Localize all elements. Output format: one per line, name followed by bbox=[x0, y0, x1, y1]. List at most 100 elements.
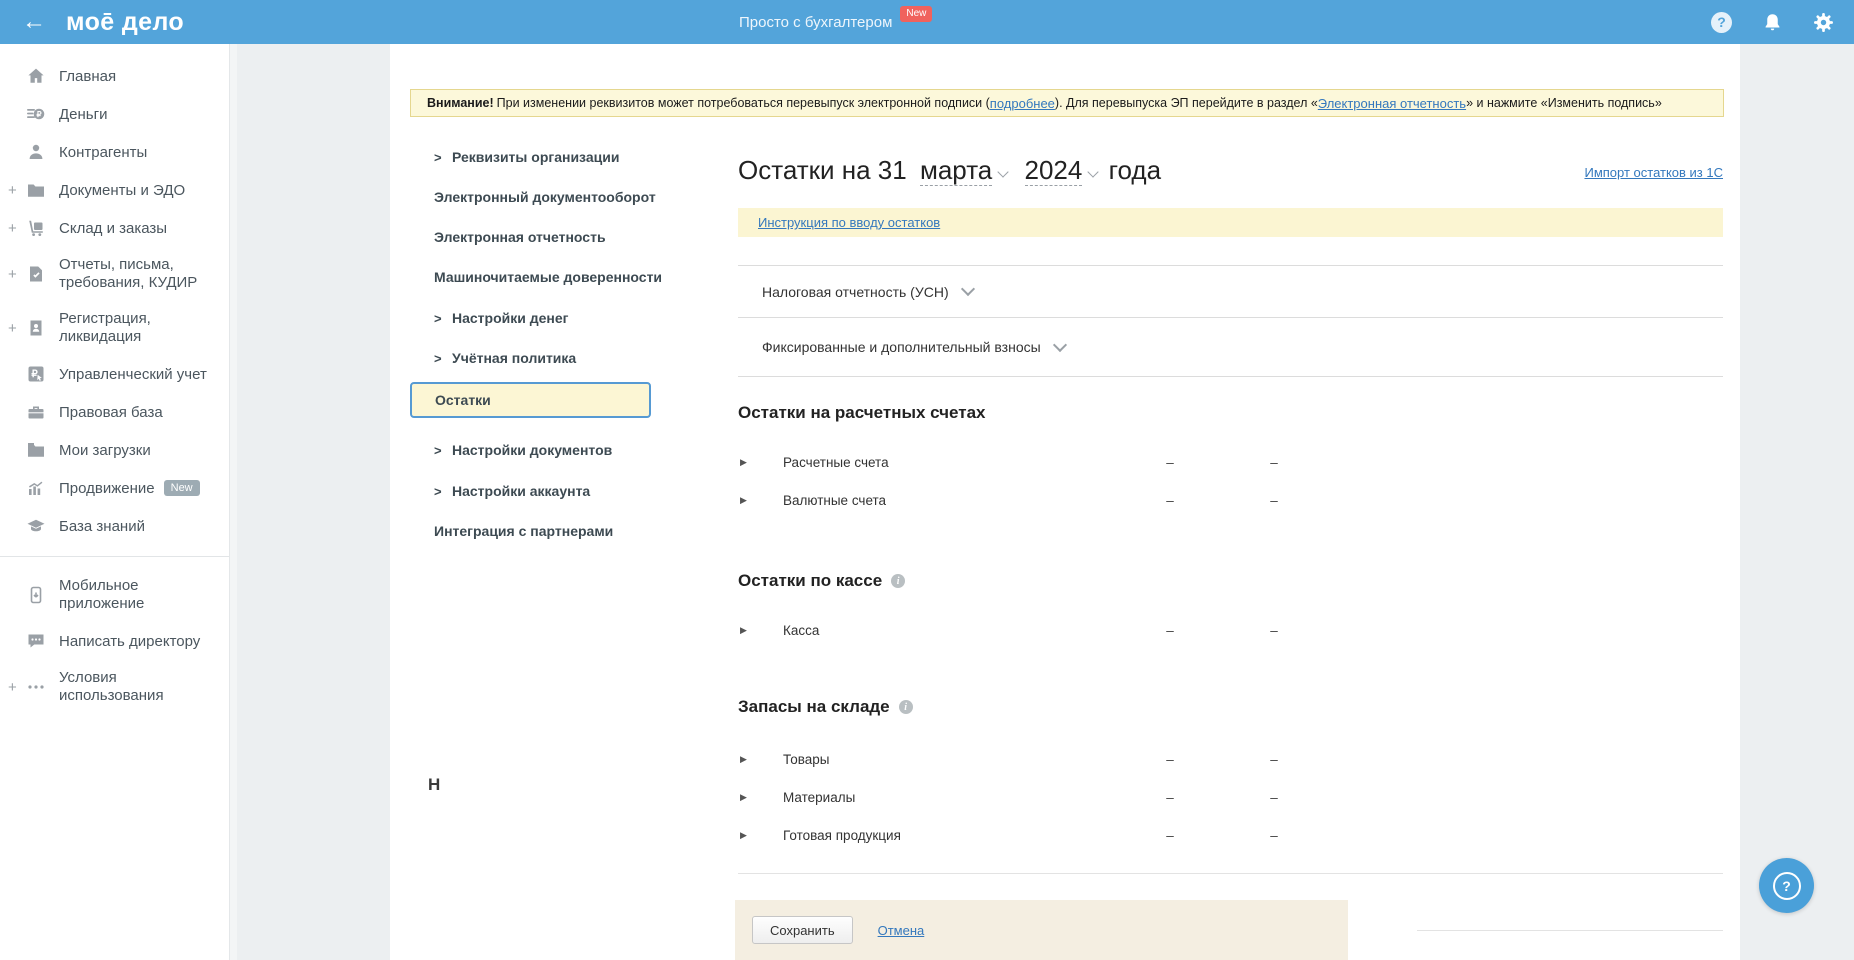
warning-bold: Внимание! bbox=[427, 96, 494, 110]
submenu-item-e-reporting[interactable]: Электронная отчетность bbox=[410, 227, 606, 247]
instruction-link[interactable]: Инструкция по вводу остатков bbox=[758, 215, 940, 230]
sidebar-item-knowledge-base[interactable]: База знаний bbox=[0, 507, 237, 545]
collapsible-contributions[interactable]: Фиксированные и дополнительный взносы bbox=[738, 317, 1723, 376]
new-badge: New bbox=[163, 480, 200, 496]
sidebar-item-terms-of-use[interactable]: + Условия использования bbox=[0, 660, 237, 714]
sidebar-item-write-director[interactable]: Написать директору bbox=[0, 622, 237, 660]
sidebar-item-label: требования, КУДИР bbox=[59, 274, 198, 291]
expand-plus-icon[interactable]: + bbox=[8, 220, 17, 237]
help-icon[interactable]: ? bbox=[1711, 11, 1732, 33]
sidebar-item-counterparties[interactable]: Контрагенты bbox=[0, 133, 237, 171]
sidebar-item-label: использования bbox=[59, 687, 164, 704]
expand-plus-icon[interactable]: + bbox=[8, 320, 17, 337]
collapsible-tax-reporting[interactable]: Налоговая отчетность (УСН) bbox=[738, 265, 1723, 317]
sidebar-item-my-uploads[interactable]: Мои загрузки bbox=[0, 431, 237, 469]
submenu-item-mchd[interactable]: Машиночитаемые доверенности bbox=[410, 267, 662, 287]
folder-icon bbox=[26, 180, 46, 200]
sidebar-item-documents-edo[interactable]: + Документы и ЭДО bbox=[0, 171, 237, 209]
import-1c-link[interactable]: Импорт остатков из 1С bbox=[1584, 165, 1723, 180]
submenu-item-rekvizity[interactable]: > Реквизиты организации bbox=[410, 147, 619, 167]
save-button[interactable]: Сохранить bbox=[752, 916, 853, 944]
chevron-down-icon[interactable] bbox=[997, 166, 1009, 178]
submenu-item-money-settings[interactable]: > Настройки денег bbox=[410, 308, 569, 328]
help-fab-button[interactable]: ? bbox=[1759, 858, 1814, 913]
row-value: – bbox=[1166, 789, 1174, 805]
gear-icon[interactable] bbox=[1813, 12, 1834, 33]
app-logo[interactable]: моē дело bbox=[66, 8, 184, 37]
chevron-right-icon: > bbox=[434, 310, 442, 326]
section-rows: ▶ Расчетные счета – – ▶ Валютные счета –… bbox=[738, 443, 1723, 519]
sidebar-item-home[interactable]: Главная bbox=[0, 57, 237, 95]
sidebar-item-label: Отчеты, письма, bbox=[59, 256, 174, 273]
sidebar-item-label: Мои загрузки bbox=[59, 441, 151, 459]
section-rows: ▶ Товары – – ▶ Материалы – – ▶ Готовая п… bbox=[738, 740, 1723, 854]
info-icon[interactable]: i bbox=[898, 700, 913, 714]
chat-icon bbox=[26, 631, 46, 651]
sidebar-item-reports[interactable]: + Отчеты, письма, требования, КУДИР bbox=[0, 247, 237, 301]
back-arrow-icon[interactable]: ← bbox=[22, 10, 46, 34]
expand-triangle-icon[interactable]: ▶ bbox=[740, 495, 747, 506]
sidebar-item-label: Управленческий учет bbox=[59, 365, 207, 383]
expand-triangle-icon[interactable]: ▶ bbox=[740, 457, 747, 468]
submenu-item-partners[interactable]: Интеграция с партнерами bbox=[410, 521, 613, 541]
expand-triangle-icon[interactable]: ▶ bbox=[740, 754, 747, 765]
section-heading-label: Остатки по кассе bbox=[738, 571, 883, 590]
sidebar-item-money[interactable]: ₽ Деньги bbox=[0, 95, 237, 133]
submenu-item-label: Учётная политика bbox=[452, 350, 577, 366]
submenu-item-edo[interactable]: Электронный документооборот bbox=[410, 187, 656, 207]
row-label: Касса bbox=[783, 622, 820, 638]
mobile-app-icon bbox=[26, 585, 46, 605]
svg-text:₽: ₽ bbox=[31, 369, 38, 380]
expand-triangle-icon[interactable]: ▶ bbox=[740, 625, 747, 636]
sidebar-item-label: ликвидация bbox=[59, 328, 142, 345]
sidebar-item-management-accounting[interactable]: ₽ Управленческий учет bbox=[0, 355, 237, 393]
sidebar-item-warehouse-orders[interactable]: + Склад и заказы bbox=[0, 209, 237, 247]
submenu-item-label: Реквизиты организации bbox=[452, 149, 620, 165]
content-area: Остатки на 31 марта 2024 года Импорт ост… bbox=[738, 153, 1723, 874]
divider-line bbox=[1417, 930, 1723, 931]
warning-text: » и нажмите «Изменить подпись» bbox=[1466, 96, 1662, 110]
submenu-item-label: Интеграция с партнерами bbox=[434, 523, 614, 539]
section-rows: ▶ Касса – – bbox=[738, 611, 1723, 649]
uploads-folder-icon bbox=[26, 440, 46, 460]
row-value: – bbox=[1270, 827, 1278, 843]
section-heading-label: Запасы на складе bbox=[738, 697, 890, 716]
warning-link-e-reporting[interactable]: Электронная отчетность bbox=[1318, 96, 1466, 111]
submenu-item-account-settings[interactable]: > Настройки аккаунта bbox=[410, 481, 590, 501]
row-label: Материалы bbox=[783, 789, 856, 805]
expand-plus-icon[interactable]: + bbox=[8, 266, 17, 283]
row-value: – bbox=[1166, 622, 1174, 638]
expand-plus-icon[interactable]: + bbox=[8, 679, 17, 696]
cancel-link[interactable]: Отмена bbox=[878, 923, 925, 938]
expand-triangle-icon[interactable]: ▶ bbox=[740, 830, 747, 841]
page-title: Остатки на 31 марта 2024 года bbox=[738, 153, 1723, 187]
topbar: ← моē дело Просто с бухгалтером New ? bbox=[0, 0, 1854, 44]
topbar-tagline: Просто с бухгалтером New bbox=[739, 0, 933, 44]
home-icon bbox=[26, 66, 46, 86]
expand-triangle-icon[interactable]: ▶ bbox=[740, 792, 747, 803]
month-dropdown[interactable]: марта bbox=[919, 155, 993, 186]
chevron-down-icon[interactable] bbox=[1087, 166, 1100, 178]
warning-link-details[interactable]: подробнее bbox=[990, 96, 1055, 111]
ellipsis-icon bbox=[26, 677, 46, 697]
row-label: Готовая продукция bbox=[783, 827, 901, 843]
sidebar-item-registration[interactable]: + Регистрация, ликвидация bbox=[0, 301, 237, 355]
submenu-item-accounting-policy[interactable]: > Учётная политика bbox=[410, 348, 576, 368]
submenu-item-document-settings[interactable]: > Настройки документов bbox=[410, 440, 612, 460]
year-dropdown[interactable]: 2024 bbox=[1024, 155, 1083, 186]
collapsible-list: Налоговая отчетность (УСН) Фиксированные… bbox=[738, 265, 1723, 377]
expand-plus-icon[interactable]: + bbox=[8, 182, 17, 199]
sidebar-separator bbox=[0, 556, 237, 557]
sidebar-item-mobile-app[interactable]: Мобильное приложение bbox=[0, 568, 237, 622]
sidebar-item-label: Продвижение bbox=[59, 479, 155, 497]
briefcase-icon bbox=[26, 402, 46, 422]
row-value: – bbox=[1270, 492, 1278, 508]
info-icon[interactable]: i bbox=[891, 574, 906, 588]
row-label: Расчетные счета bbox=[783, 454, 889, 470]
sidebar-item-promotion[interactable]: Продвижение New bbox=[0, 469, 237, 507]
bell-icon[interactable] bbox=[1762, 12, 1783, 33]
sidebar-item-legal-base[interactable]: Правовая база bbox=[0, 393, 237, 431]
submenu-item-ostatki[interactable]: Остатки bbox=[410, 382, 651, 418]
chevron-right-icon: > bbox=[434, 442, 442, 458]
section-heading-cash: Остатки по кассе i bbox=[738, 571, 1723, 591]
